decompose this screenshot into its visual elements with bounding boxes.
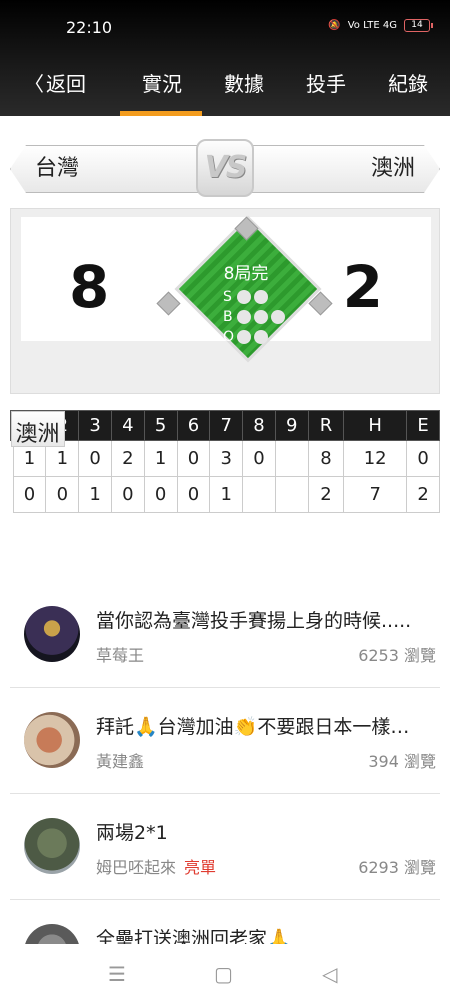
tab-stats[interactable]: 數據: [224, 68, 264, 97]
post-author: 姆巴呸起來 亮單: [96, 854, 216, 878]
list-item[interactable]: 拜託🙏台灣加油👏不要跟日本一樣… 黃建鑫 394 瀏覽: [10, 688, 440, 794]
header-cell: H: [343, 410, 408, 441]
status-badge: 亮單: [184, 858, 217, 877]
post-title: 拜託🙏台灣加油👏不要跟日本一樣…: [96, 716, 410, 738]
table-row: 澳洲 0 0 1 0 0 0 1 2 7 2: [10, 410, 440, 513]
baseball-diamond: 8局完 S B O: [156, 215, 333, 363]
strike-dot: [237, 290, 251, 304]
ball-dot: [237, 310, 251, 324]
score-cell: 3: [209, 440, 244, 477]
score-cell: 0: [176, 476, 211, 513]
out-dot: [237, 330, 251, 344]
back-button[interactable]: 〈 返回: [24, 68, 86, 97]
line-score-header: 1 2 3 4 5 6 7 8 9 R H E: [10, 410, 440, 441]
ball-dot: [254, 310, 268, 324]
top-nav: 〈 返回 實況 數據 投手 紀錄: [0, 56, 450, 116]
mute-icon: 🔕: [328, 20, 341, 31]
system-nav-bar: ☰ ▢ ◁: [0, 944, 450, 1000]
back-triangle-icon[interactable]: ◁: [322, 962, 337, 986]
header-cell: R: [307, 410, 345, 441]
header-cell: E: [406, 410, 440, 441]
score-panel: 8 2 8局完 S B O: [21, 215, 431, 363]
strike-dot: [254, 290, 268, 304]
list-item[interactable]: 兩場2*1 姆巴呸起來 亮單 6293 瀏覽: [10, 794, 440, 900]
list-item[interactable]: 當你認為臺灣投手賽揚上身的時候..... 草莓王 6253 瀏覽: [10, 582, 440, 688]
tab-record[interactable]: 紀錄: [388, 68, 428, 97]
ball-label: B: [223, 309, 233, 325]
view-count: 6253 瀏覽: [358, 646, 436, 665]
inning-status: 8局完: [223, 264, 269, 284]
score-cell: 0: [110, 476, 145, 513]
strike-label: S: [223, 289, 232, 305]
away-team-label: 澳洲: [250, 145, 440, 193]
active-tab-indicator: [120, 111, 202, 116]
signal-icon: Vo LTE 4G: [347, 20, 397, 31]
home-score: 8: [69, 253, 110, 321]
avatar[interactable]: [24, 606, 80, 662]
score-cell: [274, 440, 309, 477]
score-cell: 8: [307, 440, 345, 477]
matchup-bar: 台灣 澳洲 VS: [10, 139, 440, 197]
post-title: 兩場2*1: [96, 822, 168, 844]
score-cell: 2: [406, 476, 440, 513]
header-cell: 9: [274, 410, 309, 441]
header-cell: 8: [242, 410, 276, 441]
menu-icon[interactable]: ☰: [108, 962, 126, 986]
out-dot: [254, 330, 268, 344]
score-cell: 12: [343, 440, 408, 477]
score-cell: 0: [12, 476, 47, 513]
score-cell: 2: [110, 440, 145, 477]
status-icons: 🔕 Vo LTE 4G 14: [328, 19, 433, 32]
scoreboard: 8 2 8局完 S B O: [10, 208, 440, 394]
author-name[interactable]: 草莓王: [96, 646, 144, 665]
clock: 22:10: [66, 18, 113, 37]
score-cell: 2: [307, 476, 345, 513]
tab-pitcher[interactable]: 投手: [306, 68, 346, 97]
home-icon[interactable]: ▢: [214, 962, 233, 986]
app-header: 22:10 🔕 Vo LTE 4G 14 〈 返回 實況 數據 投手 紀錄: [0, 0, 450, 116]
author-name[interactable]: 黃建鑫: [96, 752, 144, 771]
line-score-table: 1 2 3 4 5 6 7 8 9 R H E 台灣 1 1 0 2 1 0 3…: [10, 410, 440, 513]
post-title: 當你認為臺灣投手賽揚上身的時候.....: [96, 610, 412, 632]
score-cell: [242, 476, 276, 513]
score-cell: 1: [209, 476, 244, 513]
out-label: O: [223, 329, 235, 345]
ball-dot: [271, 310, 285, 324]
author-name[interactable]: 姆巴呸起來: [96, 858, 176, 877]
vs-badge: VS: [196, 139, 254, 197]
status-bar: 22:10 🔕 Vo LTE 4G 14: [0, 0, 450, 56]
count-indicator: S B O: [223, 287, 288, 347]
avatar[interactable]: [24, 712, 80, 768]
header-cell: 6: [176, 410, 211, 441]
away-score: 2: [342, 253, 383, 321]
score-cell: 0: [176, 440, 211, 477]
view-count: 6293 瀏覽: [358, 858, 436, 877]
tab-live[interactable]: 實況: [142, 68, 182, 97]
score-cell: 1: [143, 440, 178, 477]
header-cell: 4: [110, 410, 145, 441]
home-team-label: 台灣: [10, 145, 200, 193]
score-cell: 0: [45, 476, 80, 513]
score-cell: 0: [78, 440, 112, 477]
header-cell: 5: [143, 410, 178, 441]
avatar[interactable]: [24, 818, 80, 874]
score-cell: [274, 476, 309, 513]
post-author: 草莓王: [96, 642, 144, 666]
chevron-left-icon: 〈: [24, 72, 44, 96]
score-cell: 0: [143, 476, 178, 513]
back-label: 返回: [46, 72, 86, 96]
team-cell: 澳洲: [10, 410, 65, 447]
post-author: 黃建鑫: [96, 748, 144, 772]
battery-icon: 14: [404, 19, 433, 32]
score-cell: 0: [406, 440, 440, 477]
post-feed: 當你認為臺灣投手賽揚上身的時候..... 草莓王 6253 瀏覽 拜託🙏台灣加油…: [0, 582, 450, 1006]
score-cell: 7: [343, 476, 408, 513]
header-cell: 3: [78, 410, 112, 441]
view-count: 394 瀏覽: [368, 752, 436, 771]
header-cell: 7: [209, 410, 244, 441]
table-row: 台灣 1 1 0 2 1 0 3 0 8 12 0: [10, 410, 440, 477]
score-cell: 1: [78, 476, 112, 513]
third-base-icon: [156, 291, 181, 316]
score-cell: 0: [242, 440, 276, 477]
